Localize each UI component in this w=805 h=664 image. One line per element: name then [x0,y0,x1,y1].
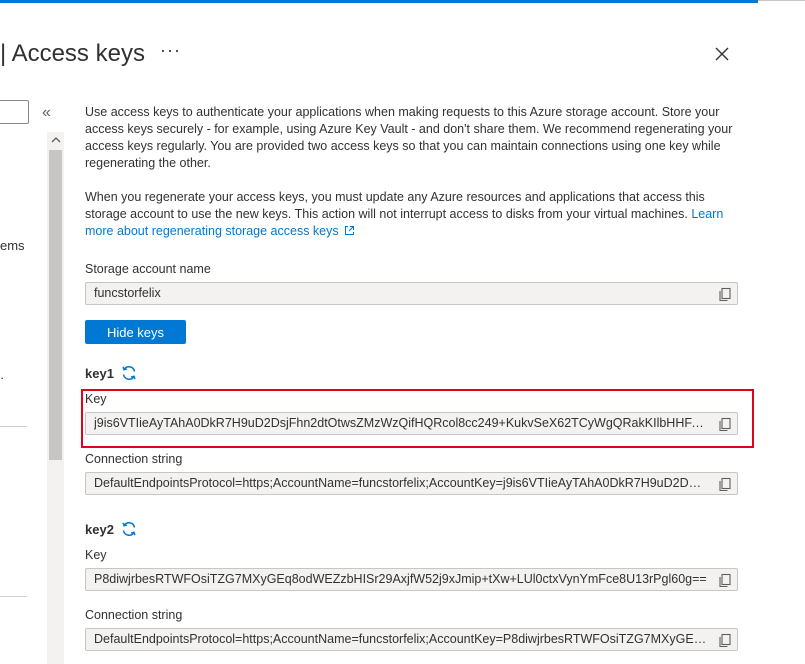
intro-section: Use access keys to authenticate your app… [85,104,740,240]
blade-top-border [758,0,805,1]
copy-button[interactable] [717,476,733,492]
copy-icon [719,633,731,648]
menu-divider [0,596,27,597]
refresh-icon [122,522,136,536]
key2-connection-field[interactable]: DefaultEndpointsProtocol=https;AccountNa… [85,628,738,651]
storage-account-label: Storage account name [85,262,211,276]
menu-divider [0,426,27,427]
chevron-up-icon [51,137,60,143]
copy-button[interactable] [717,416,733,432]
storage-account-field[interactable]: funcstorfelix [85,282,738,305]
menu-item-partial[interactable]: ems [0,238,25,253]
hide-keys-button[interactable]: Hide keys [85,320,186,344]
key1-connection-label: Connection string [85,452,183,466]
copy-button[interactable] [717,632,733,648]
key2-key-value: P8diwjrbesRTWFOsiTZG7MXyGEq8odWEZzbHISr2… [94,572,707,586]
key2-key-label: Key [85,548,107,562]
key1-key-field[interactable]: j9is6VTIieAyTAhA0DkR7H9uD2DsjFhn2dtOtwsZ… [85,412,738,435]
key1-key-value: j9is6VTIieAyTAhA0DkR7H9uD2DsjFhn2dtOtwsZ… [94,416,707,430]
intro-paragraph-2-text: When you regenerate your access keys, yo… [85,190,705,221]
copy-button[interactable] [717,572,733,588]
copy-icon [719,573,731,588]
refresh-icon [122,366,136,380]
rotate-key1-button[interactable] [120,364,138,382]
scroll-up-button[interactable] [47,132,64,148]
key2-connection-label: Connection string [85,608,183,622]
close-button[interactable] [708,40,736,68]
external-link-icon [345,226,355,235]
storage-account-value: funcstorfelix [94,286,161,300]
key2-connection-value: DefaultEndpointsProtocol=https;AccountNa… [94,632,707,646]
key1-connection-field[interactable]: DefaultEndpointsProtocol=https;AccountNa… [85,472,738,495]
copy-icon [719,477,731,492]
copy-icon [719,417,731,432]
intro-paragraph-2: When you regenerate your access keys, yo… [85,189,740,240]
key2-key-field[interactable]: P8diwjrbesRTWFOsiTZG7MXyGEq8odWEZzbHISr2… [85,568,738,591]
key1-key-label: Key [85,392,107,406]
key2-heading: key2 [85,522,114,537]
blade-top-accent [0,0,758,3]
menu-scroll-thumb[interactable] [49,150,62,460]
key1-connection-value: DefaultEndpointsProtocol=https;AccountNa… [94,476,707,490]
copy-icon [719,287,731,302]
copy-button[interactable] [717,286,733,302]
menu-search-input[interactable] [0,100,29,124]
key1-heading: key1 [85,366,114,381]
menu-item-partial-2[interactable]: · [0,370,4,385]
page-title: | Access keys [0,40,145,67]
close-icon [715,47,729,61]
collapse-menu-button[interactable]: « [42,104,51,122]
intro-paragraph-1: Use access keys to authenticate your app… [85,105,733,170]
rotate-key2-button[interactable] [120,520,138,538]
more-options-button[interactable]: ··· [160,40,181,61]
